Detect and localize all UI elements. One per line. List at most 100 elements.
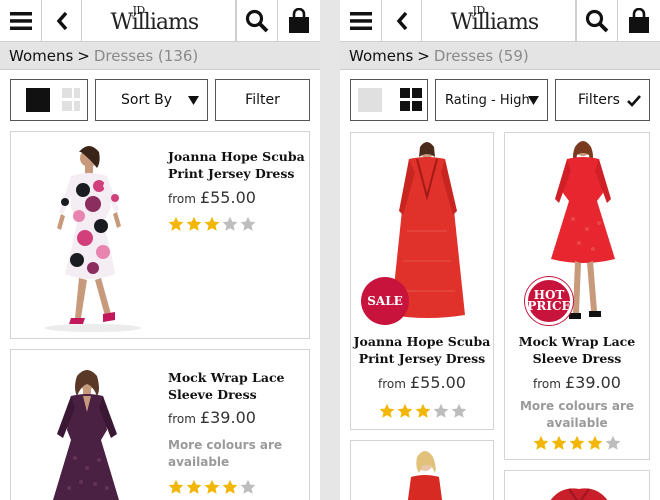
bag-button[interactable]	[278, 0, 320, 42]
star-empty-icon	[605, 435, 621, 450]
star-filled-icon	[587, 435, 603, 450]
sale-badge: SALE	[361, 277, 409, 325]
bag-button[interactable]	[618, 0, 660, 42]
product-card[interactable]: SALE Joanna Hope Scuba Print Jersey Dres…	[350, 132, 494, 430]
sort-by-label: Sort By	[121, 92, 173, 108]
product-image	[53, 370, 119, 500]
product-price: from £39.00	[168, 408, 256, 427]
breadcrumb: Womens > Dresses (59)	[340, 42, 660, 70]
star-filled-icon	[533, 435, 549, 450]
star-filled-icon	[186, 479, 202, 494]
sort-by-label: Rating - High	[445, 92, 530, 108]
product-card[interactable]: Mock Wrap Lace Sleeve Dress from £39.00 M…	[10, 349, 310, 500]
logo-name-text: Williams	[110, 10, 200, 35]
star-empty-icon	[222, 216, 238, 231]
breadcrumb-parent[interactable]: Womens	[9, 47, 73, 65]
breadcrumb: Womens > Dresses (136)	[0, 42, 320, 70]
star-filled-icon	[168, 216, 184, 231]
mobile-screen-right: JD Williams Womens > Dresses (59) Rating…	[340, 0, 660, 500]
filter-button[interactable]: Filter	[215, 79, 310, 121]
star-filled-icon	[569, 435, 585, 450]
product-name[interactable]: Mock Wrap Lace Sleeve Dress	[168, 369, 306, 403]
star-empty-icon	[240, 479, 256, 494]
grid-view-icon	[358, 88, 422, 112]
chevron-down-icon	[188, 96, 199, 105]
back-button[interactable]	[382, 0, 422, 42]
search-button[interactable]	[576, 0, 618, 42]
price-value: £55.00	[409, 373, 466, 392]
star-filled-icon	[168, 479, 184, 494]
star-filled-icon	[222, 479, 238, 494]
star-filled-icon	[379, 403, 395, 418]
price-from-label: from	[168, 192, 196, 206]
price-value: £55.00	[199, 188, 256, 207]
brand-logo[interactable]: JD Williams	[82, 0, 236, 42]
product-image	[550, 488, 608, 500]
product-card[interactable]	[350, 440, 494, 500]
sort-by-button[interactable]: Rating - High	[435, 79, 548, 121]
brand-logo[interactable]: JD Williams	[422, 0, 576, 42]
product-card[interactable]: HOT PRICE Mock Wrap Lace Sleeve Dress fr…	[504, 132, 650, 460]
breadcrumb-separator: >	[417, 46, 430, 65]
back-chevron-icon	[56, 11, 67, 31]
top-header: JD Williams	[0, 0, 320, 42]
price-from-label: from	[533, 377, 561, 391]
star-empty-icon	[240, 216, 256, 231]
breadcrumb-current: Dresses (136)	[93, 46, 199, 65]
chevron-down-icon	[528, 96, 539, 105]
filter-label: Filter	[245, 92, 280, 108]
search-icon	[245, 9, 269, 33]
star-filled-icon	[397, 403, 413, 418]
view-toggle[interactable]	[350, 79, 428, 121]
hamburger-menu-icon	[349, 12, 372, 30]
more-colours-note: More colours are available	[519, 399, 635, 430]
product-image	[407, 451, 443, 500]
product-card[interactable]: Joanna Hope Scuba Print Jersey Dress fro…	[10, 131, 310, 339]
filters-button[interactable]: Filters	[555, 79, 650, 121]
product-price: from £55.00	[351, 373, 493, 392]
menu-button[interactable]	[340, 0, 382, 42]
rating-stars	[168, 216, 256, 232]
star-filled-icon	[204, 216, 220, 231]
logo-name-text: Williams	[450, 10, 540, 35]
shopping-bag-icon	[629, 8, 649, 33]
grid-view-icon	[26, 88, 80, 112]
product-price: from £39.00	[505, 373, 649, 392]
product-name[interactable]: Mock Wrap Lace Sleeve Dress	[505, 333, 649, 367]
view-toggle[interactable]	[10, 79, 88, 121]
rating-stars	[533, 435, 621, 451]
price-from-label: from	[378, 377, 406, 391]
price-value: £39.00	[564, 373, 621, 392]
menu-button[interactable]	[0, 0, 42, 42]
search-button[interactable]	[236, 0, 278, 42]
mobile-screen-left: JD Williams Womens > Dresses (136) Sort …	[0, 0, 320, 500]
breadcrumb-parent[interactable]: Womens	[349, 47, 413, 65]
back-button[interactable]	[42, 0, 82, 42]
star-filled-icon	[415, 403, 431, 418]
filters-label: Filters	[578, 92, 620, 108]
star-filled-icon	[204, 479, 220, 494]
breadcrumb-separator: >	[77, 46, 90, 65]
top-header: JD Williams	[340, 0, 660, 42]
price-value: £39.00	[199, 408, 256, 427]
breadcrumb-current: Dresses (59)	[433, 46, 529, 65]
rating-stars	[168, 479, 256, 495]
product-card[interactable]	[504, 470, 650, 500]
price-from-label: from	[168, 412, 196, 426]
more-colours-note: More colours are available	[168, 438, 283, 469]
back-chevron-icon	[396, 11, 407, 31]
product-name[interactable]: Joanna Hope Scuba Print Jersey Dress	[351, 333, 493, 367]
star-filled-icon	[186, 216, 202, 231]
star-filled-icon	[551, 435, 567, 450]
sort-by-button[interactable]: Sort By	[95, 79, 208, 121]
hamburger-menu-icon	[9, 12, 32, 30]
hot-price-badge: HOT PRICE	[525, 277, 573, 325]
product-name[interactable]: Joanna Hope Scuba Print Jersey Dress	[168, 148, 306, 182]
search-icon	[585, 9, 609, 33]
star-empty-icon	[451, 403, 467, 418]
rating-stars	[379, 403, 467, 419]
product-image	[45, 146, 141, 332]
shopping-bag-icon	[289, 8, 309, 33]
checkmark-icon	[627, 95, 641, 107]
star-empty-icon	[433, 403, 449, 418]
